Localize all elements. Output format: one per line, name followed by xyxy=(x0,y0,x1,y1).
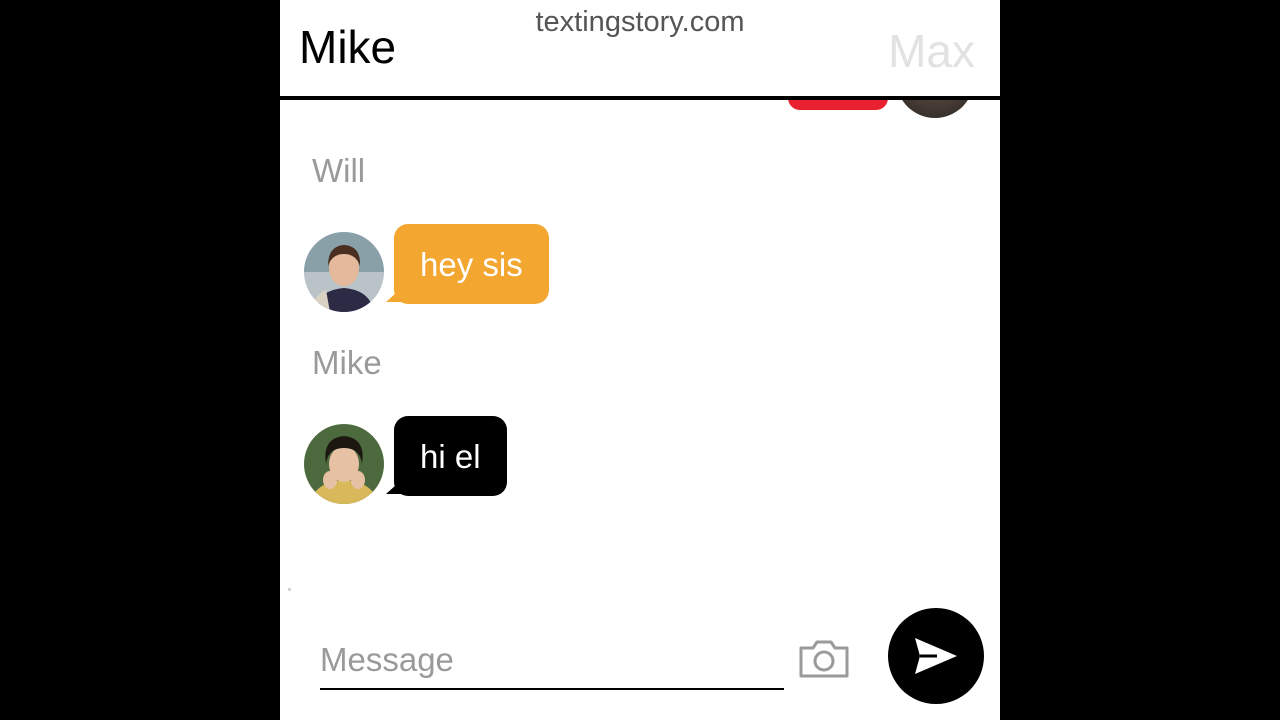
message-input[interactable] xyxy=(320,636,784,684)
chat-screen: Mike textingstory.com Max Will hey sis M… xyxy=(280,0,1000,720)
message-bubble[interactable]: hi el xyxy=(394,416,507,496)
message-input-wrapper xyxy=(320,636,784,690)
camera-icon[interactable] xyxy=(798,638,850,680)
send-button[interactable] xyxy=(888,608,984,704)
will-avatar xyxy=(304,232,384,312)
sender-name: Mike xyxy=(312,344,382,381)
dust-speck xyxy=(288,588,291,591)
message-bubble[interactable]: hey sis xyxy=(394,224,549,304)
message-text: hey sis xyxy=(420,245,523,283)
other-contact-name[interactable]: Max xyxy=(888,28,975,74)
message-text: hi el xyxy=(420,437,481,475)
mike-avatar xyxy=(304,424,384,504)
send-icon xyxy=(915,638,957,674)
sender-name: Will xyxy=(312,152,366,189)
chat-header: Mike textingstory.com Max xyxy=(280,0,1000,100)
